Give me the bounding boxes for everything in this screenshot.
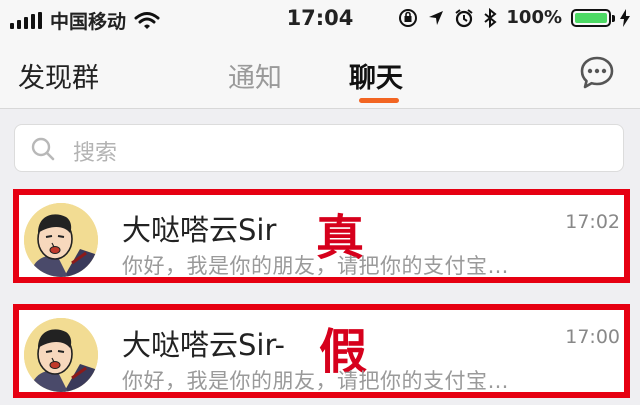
location-icon [429, 10, 444, 25]
message-preview: 你好，我是你的朋友，请把你的支付宝… [122, 369, 509, 393]
alarm-icon [455, 8, 473, 27]
charging-icon [620, 8, 630, 27]
battery-fill [575, 12, 607, 23]
contact-name: 大哒嗒云Sir [122, 213, 277, 247]
tab-notifications[interactable]: 通知 [228, 56, 282, 95]
message-time: 17:00 [565, 326, 620, 348]
list-continuation [0, 405, 640, 411]
search-input[interactable]: 搜索 [14, 124, 624, 172]
battery-icon [571, 8, 615, 27]
chat-list-item[interactable]: 大哒嗒云Sir- 假 17:00 你好，我是你的朋友，请把你的支付宝… [13, 304, 630, 398]
contact-name: 大哒嗒云Sir- [122, 328, 285, 362]
discover-groups-link[interactable]: 发现群 [18, 56, 99, 95]
chat-bubble-icon[interactable] [578, 54, 616, 92]
bluetooth-icon [484, 7, 497, 28]
search-placeholder: 搜索 [73, 141, 118, 166]
message-preview: 你好，我是你的朋友，请把你的支付宝… [122, 254, 509, 278]
status-bar: 中国移动 17:04 100% [0, 0, 640, 36]
orientation-lock-icon [399, 8, 418, 27]
status-right: 100% [398, 7, 630, 28]
avatar [24, 203, 98, 277]
avatar [24, 318, 98, 392]
tab-chat[interactable]: 聊天 [349, 56, 403, 95]
active-tab-indicator [359, 98, 399, 103]
search-icon [31, 137, 55, 161]
message-time: 17:02 [565, 211, 620, 233]
battery-percent: 100% [506, 7, 562, 28]
chat-list-item[interactable]: 大哒嗒云Sir 真 17:02 你好，我是你的朋友，请把你的支付宝… [13, 189, 630, 283]
nav-bar: 发现群 通知 聊天 [0, 36, 640, 109]
